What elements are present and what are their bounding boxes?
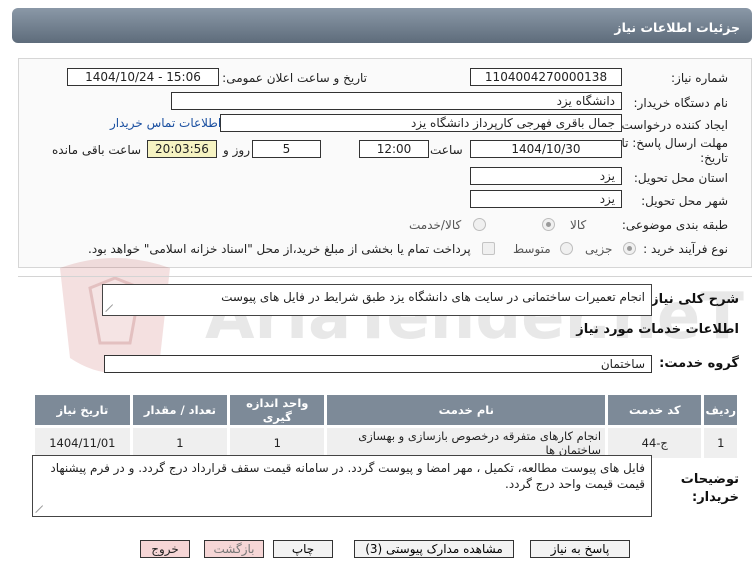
col-service-name: نام خدمت [327, 395, 606, 425]
remaining-time-field: 20:03:56 [147, 140, 217, 158]
resize-grip[interactable] [106, 304, 114, 312]
need-number-label: شماره نیاز: [671, 71, 728, 85]
table-row[interactable]: 1 ج-44 انجام کارهای متفرقه درخصوص بازساز… [35, 428, 737, 458]
category-option-goods-radio[interactable] [542, 218, 555, 231]
info-panel [18, 58, 752, 268]
category-option-goods-service-label: کالا/خدمت [409, 218, 462, 232]
summary-label: شرح کلی نیاز: [645, 292, 739, 307]
announce-datetime-field[interactable]: 1404/10/24 - 15:06 [67, 68, 219, 86]
print-button[interactable]: چاپ [273, 540, 333, 558]
buyer-notes-label-2: خریدار: [692, 490, 739, 505]
announce-label: تاریخ و ساعت اعلان عمومی: [222, 71, 367, 85]
remaining-label: ساعت باقی مانده [52, 143, 142, 157]
province-field[interactable]: یزد [470, 167, 622, 185]
table-header-row: ردیف کد خدمت نام خدمت واحد اندازه گیری ت… [35, 395, 737, 425]
cell-quantity: 1 [132, 428, 228, 458]
deadline-time-label: ساعت [430, 143, 463, 157]
creator-label: ایجاد کننده درخواست: [617, 118, 728, 132]
buyer-contact-link[interactable]: اطلاعات تماس خریدار [110, 116, 221, 130]
days-field[interactable]: 5 [252, 140, 321, 158]
buyer-org-label: نام دستگاه خریدار: [633, 96, 729, 110]
col-quantity: تعداد / مقدار [132, 395, 228, 425]
page-title: جزئیات اطلاعات نیاز [614, 20, 740, 35]
buyer-org-field[interactable]: دانشگاه یزد [171, 92, 622, 110]
creator-field[interactable]: جمال باقری فهرجی کارپرداز دانشگاه یزد [220, 114, 622, 132]
col-need-date: تاریخ نیاز [35, 395, 130, 425]
services-section-title: اطلاعات خدمات مورد نیاز [576, 322, 739, 337]
buyer-notes-label-1: توضیحات [680, 472, 739, 487]
cell-row: 1 [704, 428, 737, 458]
need-number-field[interactable]: 1104004270000138 [470, 68, 622, 86]
deadline-time-field[interactable]: 12:00 [359, 140, 429, 158]
cell-service-code: ج-44 [608, 428, 702, 458]
days-label: روز و [223, 143, 250, 157]
cell-unit: 1 [230, 428, 325, 458]
exit-button[interactable]: خروج [140, 540, 190, 558]
treasury-payment-note: پرداخت تمام یا بخشی از مبلغ خرید،از محل … [88, 242, 471, 256]
buyer-notes-textarea[interactable]: فایل های پیوست مطالعه، تکمیل ، مهر امضا … [32, 455, 652, 517]
deadline-date-field[interactable]: 1404/10/30 [470, 140, 622, 158]
summary-textarea[interactable]: انجام تعمیرات ساختمانی در سایت های دانشگ… [102, 284, 652, 316]
service-group-label: گروه خدمت: [659, 356, 739, 371]
cell-need-date: 1404/11/01 [35, 428, 130, 458]
col-row: ردیف [704, 395, 737, 425]
treasury-payment-checkbox[interactable] [482, 242, 495, 255]
category-option-goods-service-radio[interactable] [473, 218, 486, 231]
col-service-code: کد خدمت [608, 395, 702, 425]
col-unit: واحد اندازه گیری [230, 395, 325, 425]
category-label: طبقه بندی موضوعی: [621, 218, 728, 232]
category-option-goods-label: کالا [570, 218, 587, 232]
buyer-notes-text: فایل های پیوست مطالعه، تکمیل ، مهر امضا … [50, 461, 645, 491]
purchase-option-medium-label: متوسط [513, 242, 551, 256]
purchase-option-minor-radio[interactable] [623, 242, 636, 255]
city-label: شهر محل تحویل: [641, 194, 728, 208]
deadline-label: مهلت ارسال پاسخ: تا [621, 136, 728, 150]
city-field[interactable]: یزد [470, 190, 622, 208]
page-header: جزئیات اطلاعات نیاز [12, 8, 752, 43]
cell-service-name: انجام کارهای متفرقه درخصوص بازسازی و بهس… [327, 428, 606, 458]
purchase-type-label: نوع فرآیند خرید : [643, 242, 728, 256]
summary-text: انجام تعمیرات ساختمانی در سایت های دانشگ… [221, 290, 645, 304]
province-label: استان محل تحویل: [633, 171, 728, 185]
section-divider [18, 276, 752, 277]
service-group-field[interactable]: ساختمان [104, 355, 652, 373]
purchase-option-medium-radio[interactable] [560, 242, 573, 255]
respond-button[interactable]: پاسخ به نیاز [530, 540, 630, 558]
deadline-date-label: تاریخ: [700, 151, 728, 165]
view-attachments-button[interactable]: مشاهده مدارک پیوستی (3) [354, 540, 514, 558]
back-button[interactable]: بازگشت [204, 540, 264, 558]
services-table: ردیف کد خدمت نام خدمت واحد اندازه گیری ت… [32, 392, 740, 461]
resize-grip[interactable] [36, 505, 44, 513]
purchase-option-minor-label: جزیی [585, 242, 613, 256]
